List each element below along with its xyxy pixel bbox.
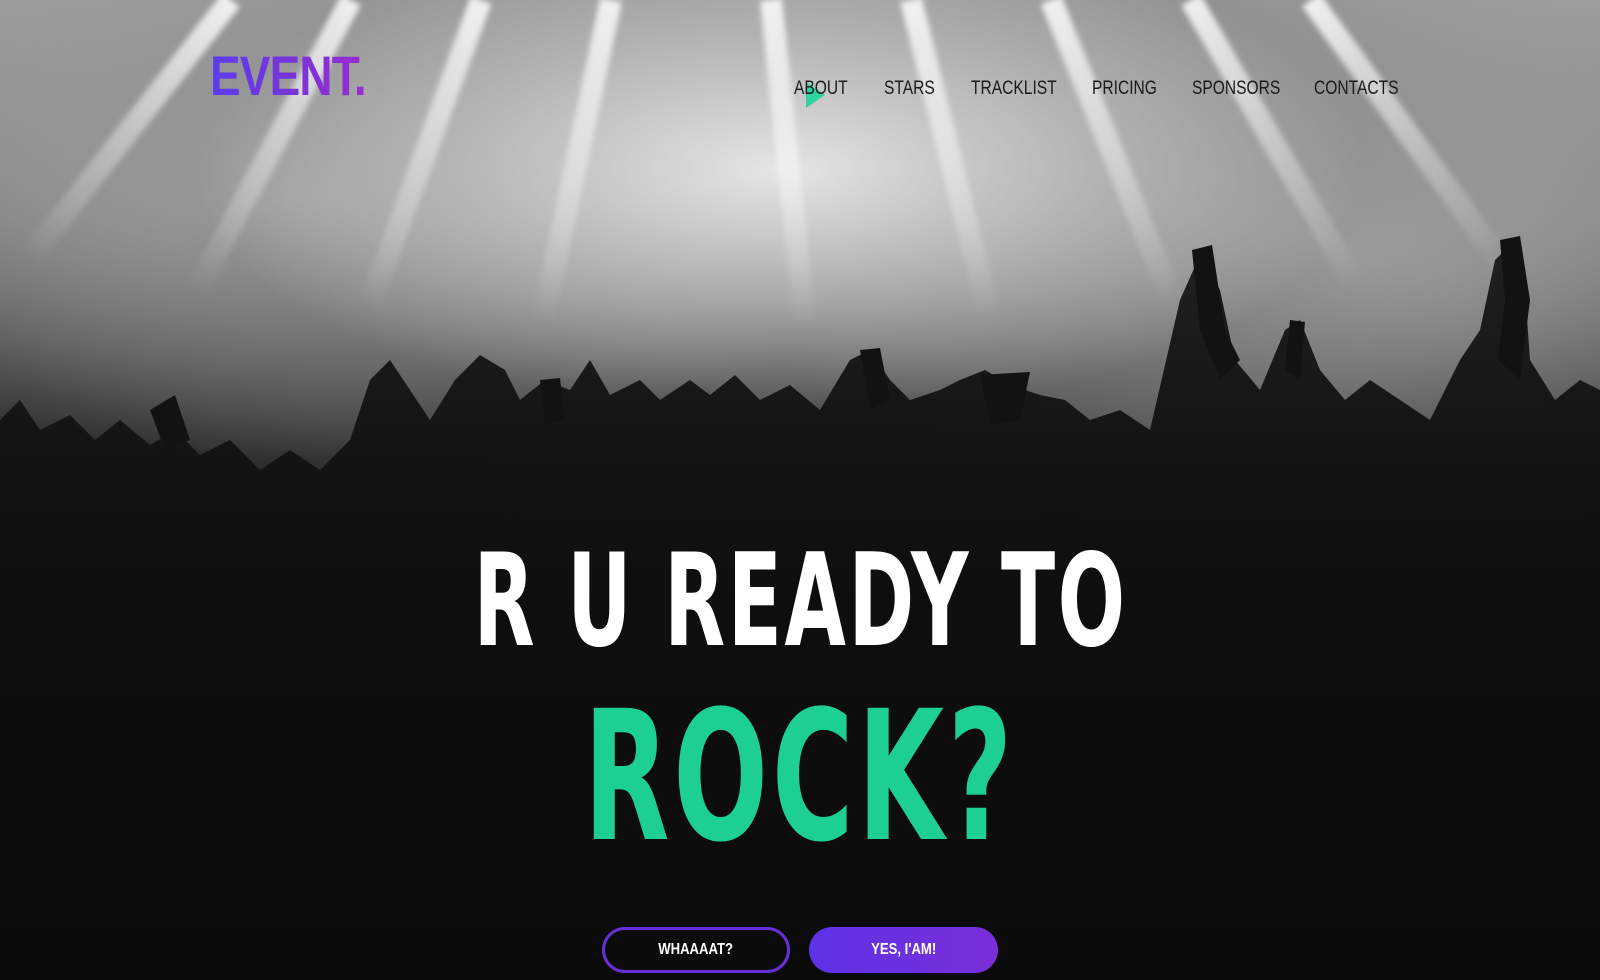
main-nav: ABOUT STARS TRACKLIST PRICING SPONSORS C… <box>0 78 1600 108</box>
nav-item-contacts[interactable]: CONTACTS <box>1314 78 1399 100</box>
nav-item-stars[interactable]: STARS <box>884 78 935 100</box>
yes-i-am-button-label: YES, I'AM! <box>870 941 937 958</box>
hero-headline-line2-text: ROCK? <box>583 673 1017 882</box>
yes-i-am-button[interactable]: YES, I'AM! <box>809 927 998 973</box>
nav-item-sponsors[interactable]: SPONSORS <box>1192 78 1280 100</box>
nav-item-pricing[interactable]: PRICING <box>1092 78 1157 100</box>
hero-headline-line2: ROCK? <box>0 688 1600 868</box>
hero-headline-line1: R U READY TO <box>0 538 1600 666</box>
hero-headline-line1-text: R U READY TO <box>472 527 1128 676</box>
nav-item-about[interactable]: ABOUT <box>794 78 848 100</box>
nav-item-tracklist[interactable]: TRACKLIST <box>971 78 1057 100</box>
whaaaat-button[interactable]: WHAAAAT? <box>602 927 790 973</box>
hero-section: EVENT. ABOUT STARS TRACKLIST PRICING SPO… <box>0 0 1600 980</box>
whaaaat-button-label: WHAAAAT? <box>658 941 734 958</box>
